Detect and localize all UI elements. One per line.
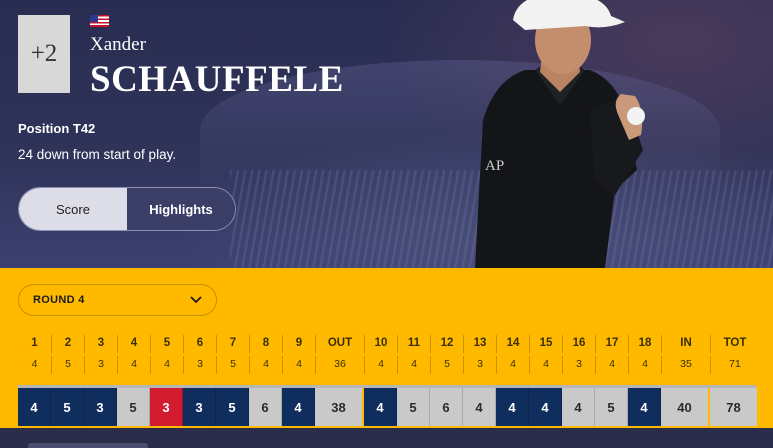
chevron-down-icon bbox=[190, 296, 202, 304]
score-cell: 4 bbox=[529, 388, 562, 426]
hole-numbers-row: 1 2 3 4 5 6 7 8 9 OUT 10 11 12 13 14 15 16 17 18 IN TOT bbox=[18, 335, 758, 353]
score-cell: 3 bbox=[84, 388, 117, 426]
score-cell: 5 bbox=[595, 388, 628, 426]
us-flag-icon bbox=[90, 15, 109, 27]
score-highlights-toggle: Score Highlights bbox=[18, 187, 236, 231]
par-value: 4 bbox=[529, 356, 562, 374]
par-value: 71 bbox=[710, 356, 759, 374]
player-photo: AP bbox=[475, 0, 645, 268]
hole-label: 1 bbox=[31, 337, 38, 349]
player-status-text: 24 down from start of play. bbox=[18, 147, 177, 162]
par-value: 4 bbox=[397, 356, 430, 374]
hole-label: TOT bbox=[710, 335, 759, 353]
score-cell: 3 bbox=[183, 388, 216, 426]
par-value: 36 bbox=[315, 356, 364, 374]
hole-label: 5 bbox=[150, 335, 183, 353]
hole-label: 8 bbox=[249, 335, 282, 353]
hole-label: 12 bbox=[430, 335, 463, 353]
score-cell: 4 bbox=[496, 388, 529, 426]
score-cell: 5 bbox=[51, 388, 84, 426]
player-first-name: Xander bbox=[90, 34, 146, 55]
par-value: 4 bbox=[282, 356, 315, 374]
hole-label: 18 bbox=[628, 335, 661, 353]
score-to-par-box: +2 bbox=[18, 15, 70, 93]
par-value: 4 bbox=[150, 356, 183, 374]
hole-label: 17 bbox=[595, 335, 628, 353]
hole-label: 7 bbox=[216, 335, 249, 353]
score-cell: 4 bbox=[364, 388, 397, 426]
score-total-cell: 78 bbox=[710, 388, 759, 426]
score-cell: 4 bbox=[18, 388, 51, 426]
par-value: 35 bbox=[661, 356, 710, 374]
player-hero: +2 Xander SCHAUFFELE Position T42 24 dow… bbox=[0, 0, 773, 268]
par-value: 4 bbox=[595, 356, 628, 374]
par-value: 4 bbox=[249, 356, 282, 374]
toggle-highlights-button[interactable]: Highlights bbox=[127, 188, 235, 230]
score-cell: 6 bbox=[430, 388, 463, 426]
score-total-cell: 38 bbox=[315, 388, 364, 426]
par-value: 4 bbox=[628, 356, 661, 374]
hole-label: OUT bbox=[315, 335, 364, 353]
par-value: 5 bbox=[216, 356, 249, 374]
score-cell: 3 bbox=[150, 388, 183, 426]
hole-label: 6 bbox=[183, 335, 216, 353]
score-cell: 4 bbox=[562, 388, 595, 426]
hole-label: 4 bbox=[117, 335, 150, 353]
score-cell: 5 bbox=[216, 388, 249, 426]
par-value: 4 bbox=[496, 356, 529, 374]
score-cell: 4 bbox=[282, 388, 315, 426]
round-selector[interactable]: ROUND 4 bbox=[18, 284, 217, 316]
hole-label: IN bbox=[661, 335, 710, 353]
hole-label: 2 bbox=[51, 335, 84, 353]
hole-label: 13 bbox=[463, 335, 496, 353]
par-value: 4 bbox=[31, 358, 38, 370]
bottom-tab-edge bbox=[28, 443, 148, 448]
par-row: 4 5 3 4 4 3 5 4 4 36 4 4 5 3 4 4 3 4 4 35 71 bbox=[18, 356, 758, 374]
hole-label: 14 bbox=[496, 335, 529, 353]
round-selector-label: ROUND 4 bbox=[33, 294, 85, 306]
par-value: 4 bbox=[364, 356, 397, 374]
player-position: Position T42 bbox=[18, 121, 96, 136]
par-value: 3 bbox=[183, 356, 216, 374]
score-cell: 4 bbox=[628, 388, 661, 426]
par-value: 4 bbox=[117, 356, 150, 374]
player-last-name: SCHAUFFELE bbox=[90, 59, 344, 100]
toggle-score-button[interactable]: Score bbox=[19, 188, 127, 230]
jacket-logo: AP bbox=[485, 158, 504, 174]
score-cell: 6 bbox=[249, 388, 282, 426]
par-value: 5 bbox=[51, 356, 84, 374]
score-cell: 5 bbox=[117, 388, 150, 426]
score-cell: 5 bbox=[397, 388, 430, 426]
scorecard: ROUND 4 1 2 3 4 5 6 7 8 9 OUT 10 11 12 13 14 15 16 17 18 IN… bbox=[0, 268, 773, 428]
par-value: 3 bbox=[562, 356, 595, 374]
hole-label: 10 bbox=[364, 335, 397, 353]
par-value: 3 bbox=[84, 356, 117, 374]
scores-row: 4 5 3 5 3 3 5 6 4 38 4 5 6 4 4 4 4 5 4 40 78 bbox=[18, 388, 759, 426]
bottom-bar bbox=[0, 428, 773, 448]
hole-label: 16 bbox=[562, 335, 595, 353]
par-value: 5 bbox=[430, 356, 463, 374]
score-cell: 4 bbox=[463, 388, 496, 426]
hole-label: 11 bbox=[397, 335, 430, 353]
par-value: 3 bbox=[463, 356, 496, 374]
score-total-cell: 40 bbox=[661, 388, 710, 426]
hole-label: 9 bbox=[282, 335, 315, 353]
hole-label: 3 bbox=[84, 335, 117, 353]
hole-label: 15 bbox=[529, 335, 562, 353]
